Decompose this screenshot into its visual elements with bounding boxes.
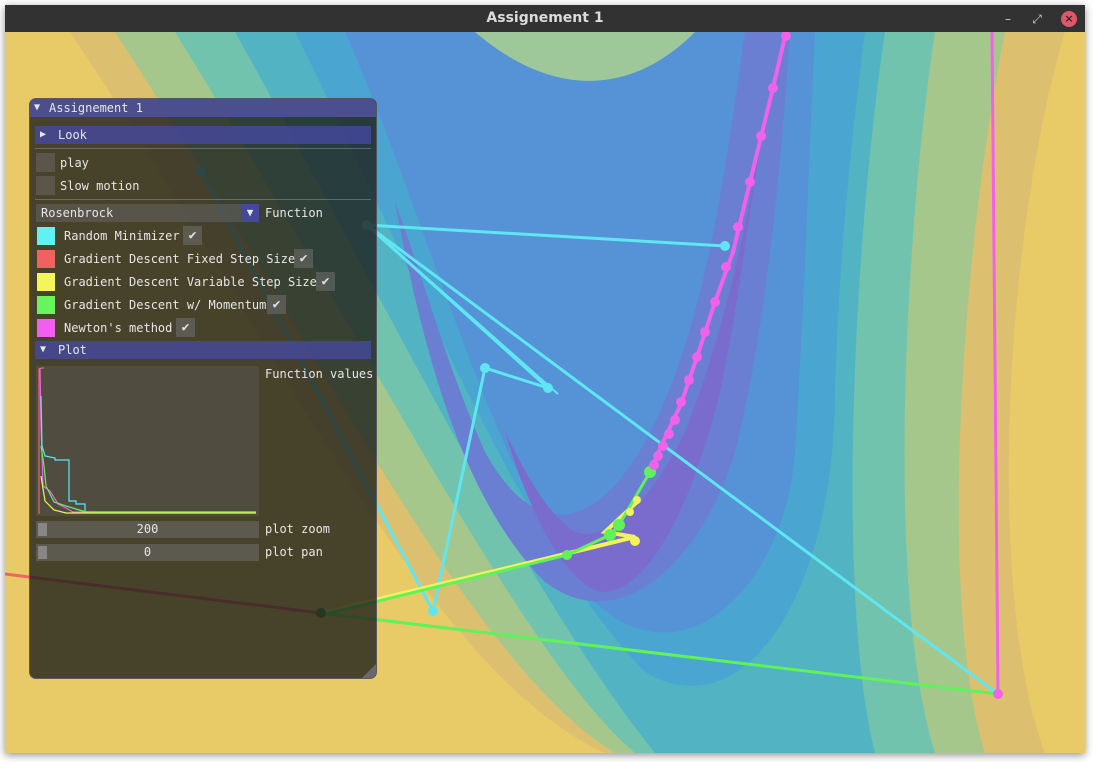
newton-point — [684, 375, 694, 385]
play-checkbox[interactable] — [36, 153, 55, 172]
random-color-swatch[interactable] — [37, 227, 55, 245]
function-dropdown-icon[interactable]: ▼ — [241, 204, 259, 222]
newton-color-swatch[interactable] — [37, 319, 55, 337]
random-checkbox[interactable]: ✔ — [183, 226, 202, 245]
variable-point — [633, 496, 641, 504]
newton-point — [670, 415, 680, 425]
collapse-arrow-icon[interactable]: ▼ — [34, 101, 40, 115]
look-header[interactable]: ▶ Look — [35, 126, 371, 144]
panel-title: Assignement 1 — [49, 101, 143, 115]
app-window: Assignement 1 – ⤢ × ▼ Assignement 1 ▶ Lo… — [5, 5, 1085, 753]
gd-variable-checkbox[interactable]: ✔ — [316, 272, 335, 291]
newton-point — [653, 451, 663, 461]
collapse-arrow-icon: ▼ — [40, 344, 47, 355]
method-label: Gradient Descent w/ Momentum — [64, 298, 267, 312]
newton-point — [756, 131, 766, 141]
function-select[interactable]: Rosenbrock — [36, 204, 259, 222]
gd-fixed-checkbox[interactable]: ✔ — [294, 249, 313, 268]
minimize-icon[interactable]: – — [1000, 11, 1016, 27]
gd-fixed-color-swatch[interactable] — [37, 250, 55, 268]
separator — [35, 199, 371, 200]
newton-point — [710, 297, 720, 307]
newton-point — [993, 689, 1003, 699]
function-select-value: Rosenbrock — [41, 206, 114, 220]
newton-point — [733, 222, 743, 232]
plot-zoom-slider[interactable]: 200 — [36, 521, 259, 538]
newton-point — [768, 83, 778, 93]
function-values-plot[interactable] — [36, 366, 259, 516]
close-icon[interactable]: × — [1061, 11, 1077, 27]
expand-arrow-icon: ▶ — [40, 129, 47, 140]
plot-header-label: Plot — [58, 343, 87, 357]
random-point — [428, 606, 438, 616]
newton-point — [692, 352, 702, 362]
momentum-point — [604, 529, 616, 541]
newton-checkbox[interactable]: ✔ — [176, 318, 195, 337]
newton-point — [745, 177, 755, 187]
plot-line-variable — [40, 475, 256, 514]
plot-lines — [38, 367, 256, 514]
restore-icon[interactable]: ⤢ — [1029, 11, 1045, 27]
plot-zoom-value: 200 — [136, 522, 159, 536]
newton-point — [700, 327, 710, 337]
newton-point — [676, 397, 686, 407]
panel-title-bar[interactable]: ▼ Assignement 1 — [30, 99, 376, 117]
plot-pan-value: 0 — [143, 545, 152, 559]
resize-grip-icon[interactable] — [362, 664, 376, 678]
plot-line-random — [40, 395, 256, 513]
variable-point — [626, 508, 634, 516]
title-bar[interactable]: Assignement 1 – ⤢ × — [5, 5, 1085, 33]
newton-point — [658, 441, 668, 451]
gd-variable-color-swatch[interactable] — [37, 273, 55, 291]
slow-motion-label: Slow motion — [60, 179, 140, 193]
random-point — [543, 383, 553, 393]
variable-point — [630, 536, 640, 546]
newton-point — [721, 262, 731, 272]
newton-point — [664, 429, 674, 439]
plot-pan-label: plot pan — [265, 545, 323, 559]
settings-panel[interactable]: ▼ Assignement 1 ▶ Look play Slow motion … — [29, 98, 377, 679]
plot-label: Function values — [265, 367, 374, 381]
random-point — [720, 241, 730, 251]
momentum-point — [562, 550, 572, 560]
plot-pan-slider[interactable]: 0 — [36, 544, 259, 561]
slow-motion-checkbox[interactable] — [36, 176, 55, 195]
method-label: Newton's method — [64, 321, 173, 335]
newton-point — [649, 460, 659, 470]
play-label: play — [60, 156, 89, 170]
method-label: Gradient Descent Fixed Step Size — [64, 252, 296, 266]
plot-header[interactable]: ▼ Plot — [35, 341, 371, 359]
method-label: Gradient Descent Variable Step Size — [64, 275, 317, 289]
look-header-label: Look — [58, 128, 87, 142]
plot-zoom-label: plot zoom — [265, 522, 331, 536]
window-title: Assignement 1 — [486, 10, 604, 26]
function-label: Function — [265, 206, 323, 220]
separator — [35, 148, 371, 149]
method-label: Random Minimizer — [64, 229, 180, 243]
gd-momentum-checkbox[interactable]: ✔ — [267, 295, 286, 314]
random-point — [480, 363, 490, 373]
momentum-point — [613, 519, 625, 531]
gd-momentum-color-swatch[interactable] — [37, 296, 55, 314]
plot-line-momentum — [40, 445, 256, 513]
